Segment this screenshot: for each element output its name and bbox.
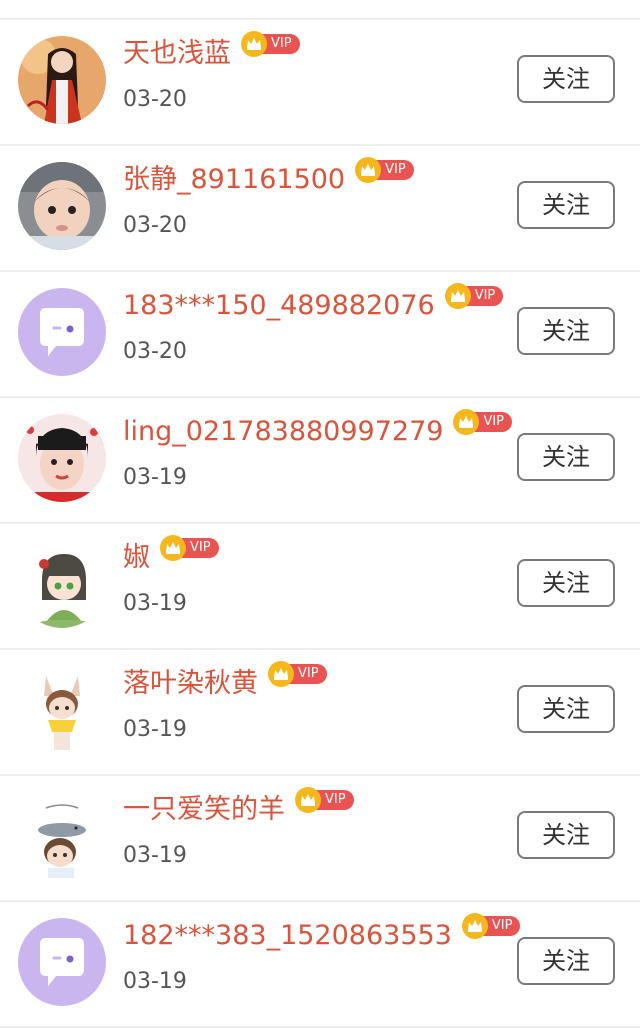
- crown-icon: [355, 157, 382, 183]
- list-item[interactable]: 落叶染秋黄 VIP 03-19 关注: [0, 650, 640, 776]
- list-item[interactable]: 张静_891161500 VIP 03-20 关注: [0, 146, 640, 272]
- avatar[interactable]: [18, 792, 106, 880]
- vip-badge: VIP: [453, 409, 513, 435]
- user-name[interactable]: ling_021783880997279: [123, 416, 443, 448]
- user-name[interactable]: 张静_891161500: [123, 164, 345, 196]
- follow-date: 03-19: [123, 843, 187, 868]
- crown-icon: [160, 535, 186, 561]
- avatar[interactable]: [18, 288, 106, 376]
- avatar[interactable]: [18, 36, 106, 124]
- follow-button[interactable]: 关注: [517, 433, 615, 481]
- follow-button[interactable]: 关注: [517, 181, 615, 229]
- vip-badge: VIP: [295, 787, 354, 813]
- vip-badge: VIP: [444, 283, 504, 309]
- top-divider: [0, 0, 640, 20]
- list-item[interactable]: 一只爱笑的羊 VIP 03-19 关注: [0, 776, 640, 902]
- vip-badge: VIP: [461, 913, 521, 939]
- list-item[interactable]: 183***150_489882076 VIP 03-20 关注: [0, 272, 640, 398]
- follow-button[interactable]: 关注: [517, 55, 615, 103]
- user-name[interactable]: 一只爱笑的羊: [123, 794, 285, 826]
- follow-button[interactable]: 关注: [517, 307, 615, 355]
- follow-date: 03-20: [123, 87, 187, 112]
- user-name[interactable]: 183***150_489882076: [123, 290, 435, 322]
- list-item[interactable]: 婌 VIP 03-19 关注: [0, 524, 640, 650]
- follow-date: 03-19: [123, 591, 187, 616]
- vip-badge: VIP: [160, 535, 219, 561]
- crown-icon: [453, 409, 480, 435]
- follow-button[interactable]: 关注: [517, 685, 615, 733]
- list-item[interactable]: ling_021783880997279 VIP 03-19 关注: [0, 398, 640, 524]
- follow-button[interactable]: 关注: [517, 559, 615, 607]
- user-name[interactable]: 天也浅蓝: [123, 38, 231, 70]
- list-item[interactable]: 天也浅蓝 VIP 03-20 关注: [0, 20, 640, 146]
- crown-icon: [295, 787, 321, 813]
- avatar[interactable]: [18, 540, 106, 628]
- follow-button[interactable]: 关注: [517, 937, 615, 985]
- crown-icon: [241, 31, 267, 57]
- avatar[interactable]: [18, 162, 106, 250]
- vip-badge: VIP: [241, 31, 300, 57]
- follow-date: 03-19: [123, 969, 187, 994]
- vip-badge: VIP: [268, 661, 327, 687]
- avatar[interactable]: [18, 918, 106, 1006]
- follow-date: 03-20: [123, 339, 187, 364]
- follow-date: 03-19: [123, 465, 187, 490]
- user-name[interactable]: 落叶染秋黄: [123, 668, 258, 700]
- follow-date: 03-20: [123, 213, 187, 238]
- follow-date: 03-19: [123, 717, 187, 742]
- crown-icon: [461, 913, 488, 939]
- user-name[interactable]: 182***383_1520863553: [123, 920, 452, 952]
- crown-icon: [444, 283, 471, 309]
- follower-list: 天也浅蓝 VIP 03-20 关注 张静_891161500 VIP 03-20…: [0, 20, 640, 1028]
- user-name[interactable]: 婌: [123, 542, 150, 574]
- vip-badge: VIP: [355, 157, 414, 183]
- crown-icon: [268, 661, 294, 687]
- list-item[interactable]: 182***383_1520863553 VIP 03-19 关注: [0, 902, 640, 1028]
- avatar[interactable]: [18, 414, 106, 502]
- avatar[interactable]: [18, 666, 106, 754]
- follow-button[interactable]: 关注: [517, 811, 615, 859]
